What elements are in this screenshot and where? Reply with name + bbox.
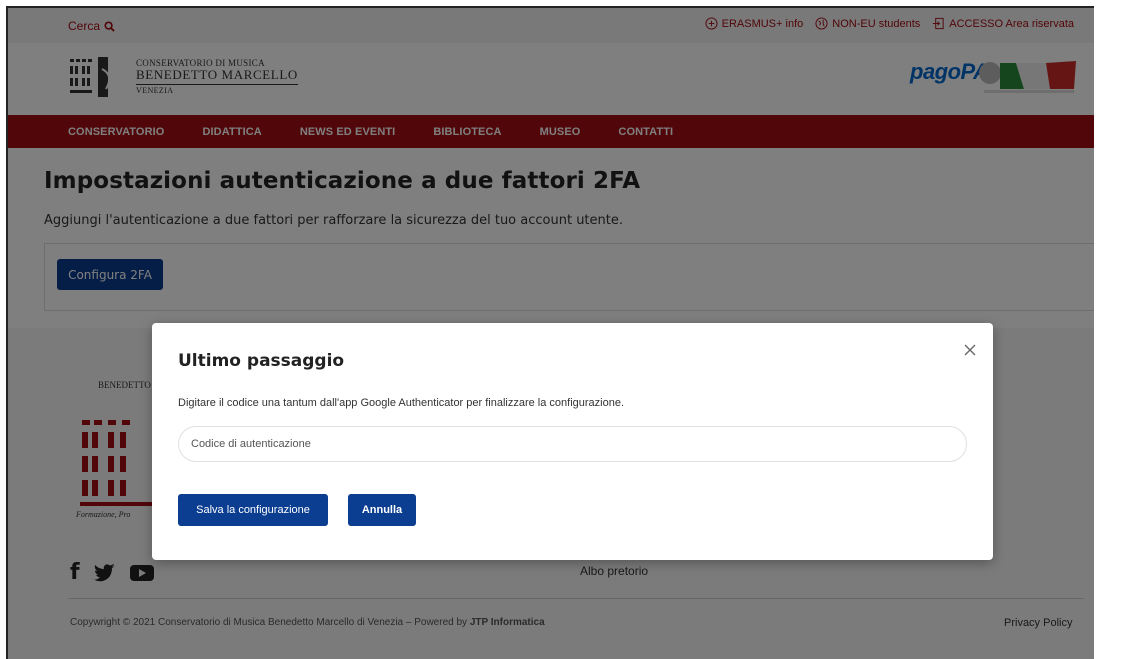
auth-code-input[interactable] bbox=[178, 426, 967, 462]
dialog-title: Ultimo passaggio bbox=[178, 351, 345, 371]
cancel-button[interactable]: Annulla bbox=[348, 494, 416, 526]
dialog-instructions: Digitare il codice una tantum dall'app G… bbox=[178, 397, 625, 409]
save-configuration-button[interactable]: Salva la configurazione bbox=[178, 494, 328, 526]
browser-viewport: Cerca ERASMUS+ info NON-EU stu bbox=[6, 6, 1094, 659]
close-icon[interactable] bbox=[963, 343, 977, 357]
final-step-dialog: Ultimo passaggio Digitare il codice una … bbox=[152, 323, 993, 560]
